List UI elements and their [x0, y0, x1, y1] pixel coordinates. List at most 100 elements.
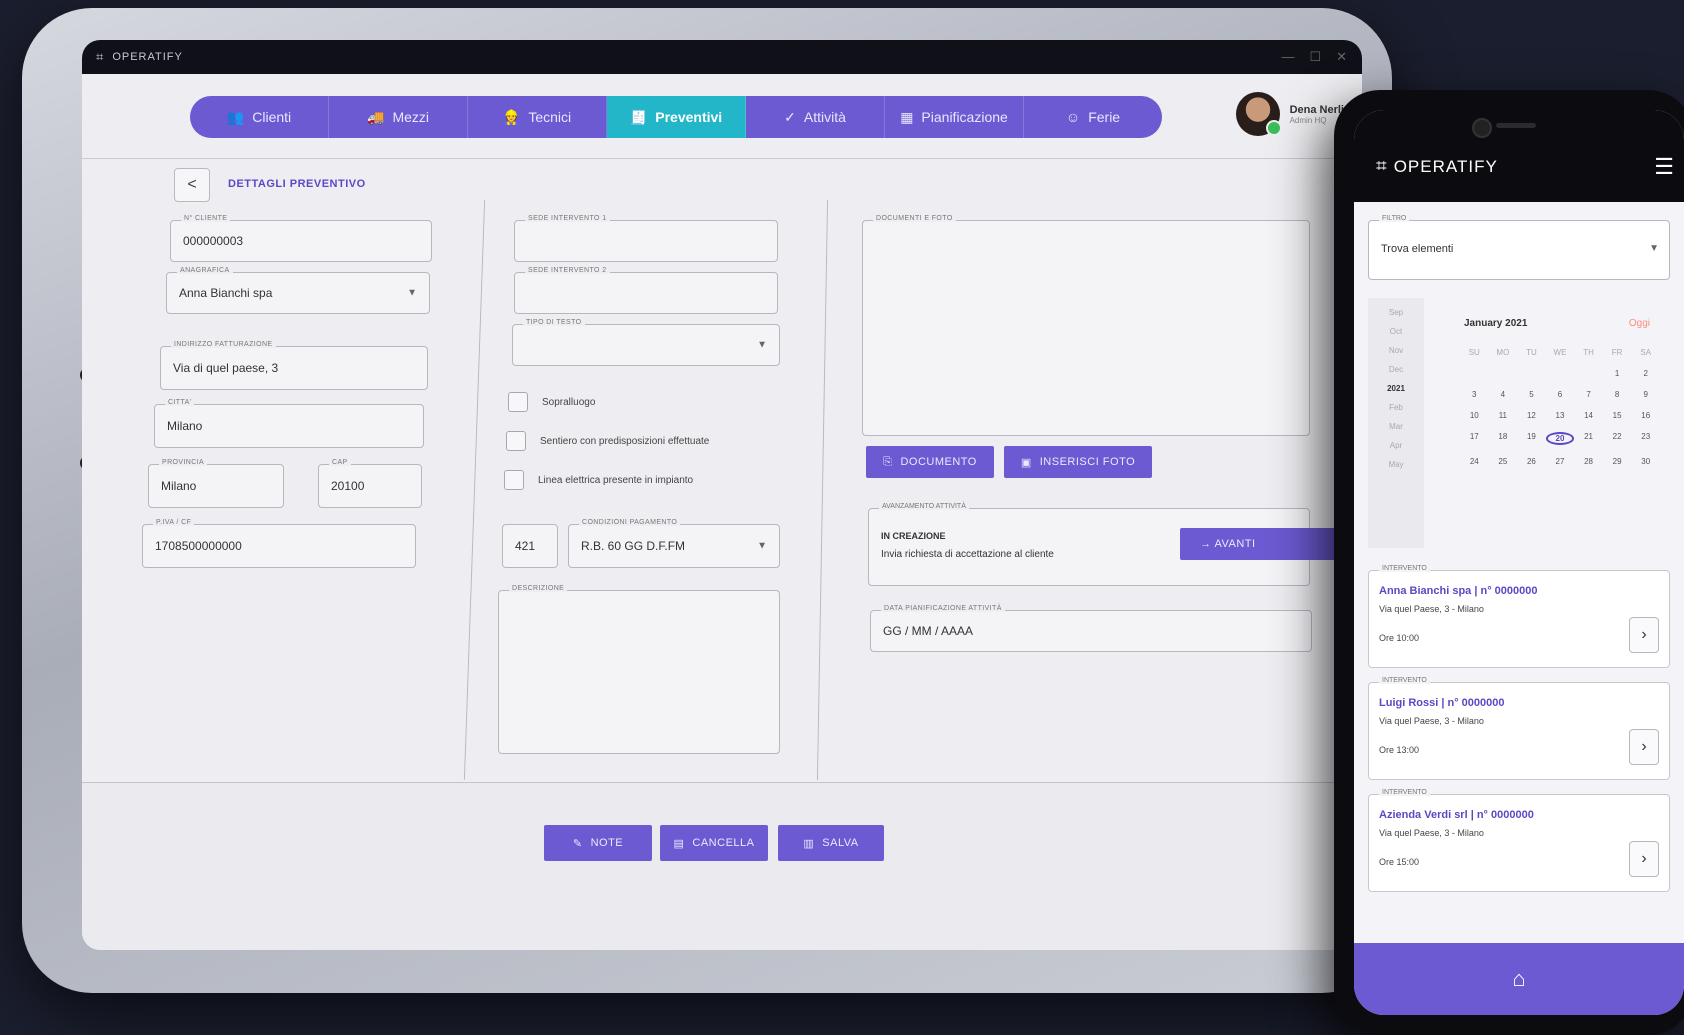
nav-item-attivit[interactable]: ✓ Attività	[746, 96, 885, 138]
cancella-button[interactable]: ▤ CANCELLA	[660, 825, 768, 861]
intervento-card[interactable]: INTERVENTO Anna Bianchi spa | n° 0000000 V…	[1368, 565, 1670, 668]
calendar-day[interactable]: 29	[1603, 457, 1632, 466]
calendar-day[interactable]: 2	[1631, 369, 1660, 378]
field-value: Trova elementi	[1381, 243, 1454, 255]
card-label: INTERVENTO	[1379, 789, 1430, 796]
avanti-button[interactable]: → AVANTI	[1180, 528, 1340, 560]
intervento-card[interactable]: INTERVENTO Luigi Rossi | n° 0000000 Via qu…	[1368, 677, 1670, 780]
avatar[interactable]	[1235, 92, 1282, 136]
calendar-day[interactable]: 17	[1460, 432, 1489, 445]
filter-select[interactable]: FILTRO Trova elementi ▼	[1368, 215, 1670, 280]
intervento-card[interactable]: INTERVENTO Azienda Verdi srl | n° 0000000…	[1368, 789, 1670, 892]
calendar-day[interactable]: 3	[1460, 390, 1489, 399]
field-value: Via di quel paese, 3	[173, 361, 279, 375]
nav-item-clienti[interactable]: 👥 Clienti	[190, 96, 329, 138]
cliente-number-field[interactable]: N° CLIENTE 000000003	[170, 215, 432, 262]
calendar-day[interactable]: 4	[1489, 390, 1518, 399]
calendar-day[interactable]: 15	[1603, 411, 1632, 420]
sede-intervento-2-field[interactable]: SEDE INTERVENTO 2	[514, 267, 778, 314]
calendar-month-item[interactable]: Sep	[1368, 308, 1424, 317]
chevron-right-icon[interactable]: ›	[1629, 617, 1659, 653]
calendar-day[interactable]: 14	[1574, 411, 1603, 420]
close-button[interactable]: ✕	[1336, 49, 1348, 65]
calendar-day[interactable]: 26	[1517, 457, 1546, 466]
data-pianificazione-field[interactable]: DATA PIANIFICAZIONE ATTIVITÀ GG / MM / A…	[870, 605, 1312, 652]
calendar-day[interactable]: 30	[1631, 457, 1660, 466]
provincia-field[interactable]: PROVINCIA Milano	[148, 459, 284, 508]
documenti-area[interactable]: DOCUMENTI E FOTO	[862, 215, 1310, 436]
chevron-right-icon[interactable]: ›	[1629, 729, 1659, 765]
calendar-day[interactable]: 18	[1489, 432, 1518, 445]
chevron-right-icon[interactable]: ›	[1629, 841, 1659, 877]
anagrafica-select[interactable]: ANAGRAFICA Anna Bianchi spa ▼	[166, 267, 430, 314]
calendar-month-item[interactable]: Nov	[1368, 346, 1424, 355]
cap-field[interactable]: CAP 20100	[318, 459, 422, 508]
calendar-day[interactable]: 25	[1489, 457, 1518, 466]
calendar-month-list[interactable]: Sep Oct Nov Dec 2021 Feb Mar Apr May	[1368, 298, 1424, 548]
checkbox-linea-elettrica[interactable]: Linea elettrica presente in impianto	[504, 470, 693, 490]
calendar-day[interactable]: 11	[1489, 411, 1518, 420]
calendar-day[interactable]: 9	[1631, 390, 1660, 399]
note-button[interactable]: ✎ NOTE	[544, 825, 652, 861]
calendar-day[interactable]: 19	[1517, 432, 1546, 445]
calendar-today-button[interactable]: Oggi	[1629, 318, 1650, 329]
note-icon: ✎	[572, 837, 583, 850]
documento-button[interactable]: ⎘ DOCUMENTO	[866, 446, 994, 478]
calendar-day[interactable]: 1	[1603, 369, 1632, 378]
calendar-month-item[interactable]: Feb	[1368, 403, 1424, 412]
home-icon[interactable]: ⌂	[1512, 966, 1525, 992]
checkbox[interactable]	[508, 392, 528, 412]
nav-item-label: Attività	[803, 109, 846, 125]
nav-item-label: Ferie	[1088, 109, 1121, 125]
maximize-button[interactable]: ☐	[1309, 49, 1322, 65]
nav-item-preventivi[interactable]: 🧾 Preventivi	[607, 96, 746, 138]
calendar-month-item[interactable]: Oct	[1368, 327, 1424, 336]
calendar-day[interactable]: 23	[1631, 432, 1660, 445]
calendar-day[interactable]: 12	[1517, 411, 1546, 420]
pagamento-select[interactable]: CONDIZIONI PAGAMENTO R.B. 60 GG D.F.FM ▼	[568, 519, 780, 568]
checkbox-sentiero[interactable]: Sentiero con predisposizioni effettuate	[506, 431, 709, 451]
inserisci-foto-button[interactable]: ▣ INSERISCI FOTO	[1004, 446, 1152, 478]
nav-item-tecnici[interactable]: 👷 Tecnici	[468, 96, 607, 138]
calendar-day[interactable]: 5	[1517, 390, 1546, 399]
tipo-select[interactable]: TIPO DI TESTO ▼	[512, 319, 780, 366]
checkbox[interactable]	[506, 431, 526, 451]
sede-intervento-1-field[interactable]: SEDE INTERVENTO 1	[514, 215, 778, 262]
descrizione-textarea[interactable]: DESCRIZIONE	[498, 585, 780, 754]
citta-field[interactable]: CITTA' Milano	[154, 399, 424, 448]
hamburger-menu-icon[interactable]: ☰	[1654, 154, 1674, 180]
truck-icon: 🚚	[367, 108, 385, 125]
nav-item-ferie[interactable]: ☺ Ferie	[1024, 96, 1162, 138]
calendar-day[interactable]: 24	[1460, 457, 1489, 466]
salva-button[interactable]: ▥ SALVA	[778, 825, 884, 861]
calendar-day[interactable]: 20	[1545, 432, 1575, 445]
calendar-day[interactable]: 16	[1631, 411, 1660, 420]
field-value: 1708500000000	[155, 539, 242, 553]
calendar-day[interactable]: 6	[1546, 390, 1575, 399]
calendar-month-item[interactable]: Mar	[1368, 422, 1424, 431]
indirizzo-field[interactable]: INDIRIZZO FATTURAZIONE Via di quel paese…	[160, 341, 428, 390]
calendar-day[interactable]: 10	[1460, 411, 1489, 420]
calendar-day[interactable]: 7	[1574, 390, 1603, 399]
calendar-day[interactable]: 8	[1603, 390, 1632, 399]
calendar-day[interactable]: 22	[1603, 432, 1632, 445]
nav-item-pianificazione[interactable]: ▦ Pianificazione	[885, 96, 1024, 138]
calendar-day[interactable]: 27	[1546, 457, 1575, 466]
calendar-day[interactable]: 28	[1574, 457, 1603, 466]
codice-field[interactable]: 421	[502, 524, 558, 568]
user-profile[interactable]: Dena Nerli Admin HQ	[1235, 92, 1344, 136]
checkbox-sopralluogo[interactable]: Sopralluogo	[508, 392, 595, 412]
checkbox[interactable]	[504, 470, 524, 490]
button-label: CANCELLA	[692, 837, 755, 849]
nav-item-mezzi[interactable]: 🚚 Mezzi	[329, 96, 468, 138]
minimize-button[interactable]: —	[1281, 49, 1295, 65]
calendar-month-item[interactable]: Dec	[1368, 365, 1424, 374]
calendar-month-item[interactable]: 2021	[1368, 384, 1424, 393]
back-button[interactable]: <	[174, 168, 210, 202]
piva-field[interactable]: P.IVA / CF 1708500000000	[142, 519, 416, 568]
field-label: SEDE INTERVENTO 1	[525, 215, 610, 222]
calendar-day[interactable]: 21	[1574, 432, 1603, 445]
calendar-month-item[interactable]: Apr	[1368, 441, 1424, 450]
calendar-month-item[interactable]: May	[1368, 460, 1424, 469]
calendar-day[interactable]: 13	[1546, 411, 1575, 420]
